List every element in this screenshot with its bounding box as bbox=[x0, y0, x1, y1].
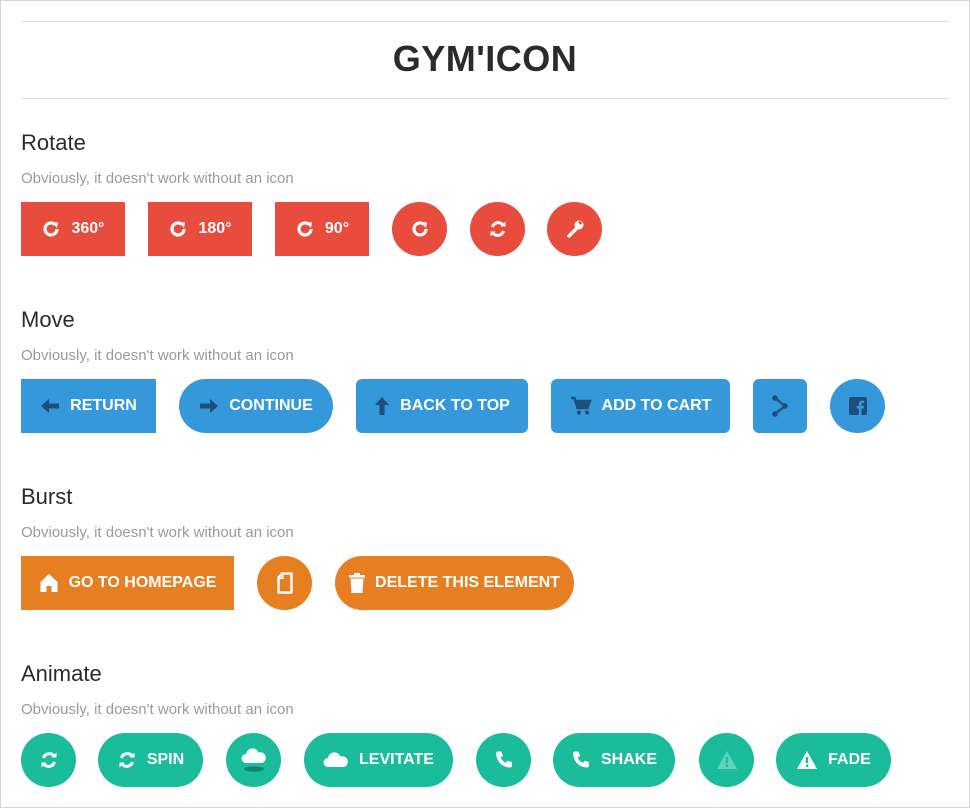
refresh-icon bbox=[488, 219, 508, 239]
rotate-360-button[interactable]: 360° bbox=[21, 202, 125, 256]
phone-icon bbox=[571, 750, 591, 770]
section-subtitle-move: Obviously, it doesn't work without an ic… bbox=[21, 347, 294, 364]
spin-label: SPIN bbox=[146, 751, 185, 768]
rotate-90-button[interactable]: 90° bbox=[275, 202, 369, 256]
home-icon bbox=[39, 573, 59, 593]
section-subtitle-burst: Obviously, it doesn't work without an ic… bbox=[21, 524, 294, 541]
delete-element-label: DELETE THIS ELEMENT bbox=[375, 574, 560, 591]
section-title-rotate: Rotate bbox=[21, 130, 86, 155]
rotate-icon bbox=[295, 219, 315, 239]
trash-icon bbox=[349, 573, 366, 593]
section-subtitle-rotate: Obviously, it doesn't work without an ic… bbox=[21, 170, 294, 187]
shake-circle-button[interactable] bbox=[476, 733, 531, 787]
go-to-homepage-label: GO TO HOMEPAGE bbox=[68, 574, 217, 591]
continue-button[interactable]: CONTINUE bbox=[179, 379, 333, 433]
refresh-circle-button[interactable] bbox=[470, 202, 525, 256]
add-to-cart-label: ADD TO CART bbox=[601, 397, 712, 414]
title-divider bbox=[21, 98, 949, 99]
return-label: RETURN bbox=[70, 397, 137, 414]
levitate-button[interactable]: LEVITATE bbox=[304, 733, 453, 787]
file-circle-button[interactable] bbox=[257, 556, 312, 610]
back-to-top-button[interactable]: BACK TO TOP bbox=[356, 379, 528, 433]
spin-button[interactable]: SPIN bbox=[98, 733, 203, 787]
cart-icon bbox=[570, 396, 592, 416]
shake-button[interactable]: SHAKE bbox=[553, 733, 675, 787]
rotate-icon bbox=[168, 219, 188, 239]
warning-icon bbox=[796, 750, 818, 770]
share-button[interactable] bbox=[753, 379, 807, 433]
back-to-top-label: BACK TO TOP bbox=[400, 397, 510, 414]
rotate-circle-button[interactable] bbox=[392, 202, 447, 256]
rotate-180-button[interactable]: 180° bbox=[148, 202, 252, 256]
rotate-360-label: 360° bbox=[71, 220, 105, 237]
rotate-icon bbox=[41, 219, 61, 239]
page-title: GYM'ICON bbox=[392, 38, 578, 79]
refresh-icon bbox=[117, 750, 137, 770]
warning-icon bbox=[716, 750, 738, 770]
continue-label: CONTINUE bbox=[229, 397, 313, 414]
rotate-180-label: 180° bbox=[198, 220, 232, 237]
facebook-button[interactable] bbox=[830, 379, 885, 433]
arrow-right-icon bbox=[199, 398, 219, 414]
facebook-icon bbox=[848, 397, 867, 415]
section-title-move: Move bbox=[21, 307, 75, 332]
fade-button[interactable]: FADE bbox=[776, 733, 891, 787]
arrow-up-icon bbox=[374, 396, 390, 416]
top-divider bbox=[21, 21, 949, 22]
add-to-cart-button[interactable]: ADD TO CART bbox=[551, 379, 730, 433]
wrench-icon bbox=[565, 219, 585, 239]
return-button[interactable]: RETURN bbox=[21, 379, 156, 433]
cloud-shadow bbox=[243, 766, 265, 772]
fade-circle-button[interactable] bbox=[699, 733, 754, 787]
shake-label: SHAKE bbox=[600, 751, 657, 768]
spin-circle-button[interactable] bbox=[21, 733, 76, 787]
arrow-left-icon bbox=[40, 398, 60, 414]
rotate-icon bbox=[410, 219, 430, 239]
refresh-icon bbox=[39, 750, 59, 770]
wrench-circle-button[interactable] bbox=[547, 202, 602, 256]
section-subtitle-animate: Obviously, it doesn't work without an ic… bbox=[21, 701, 294, 718]
fade-label: FADE bbox=[828, 751, 871, 768]
section-title-animate: Animate bbox=[21, 661, 102, 686]
cloud-icon bbox=[241, 748, 267, 764]
share-icon bbox=[770, 395, 790, 417]
file-icon bbox=[276, 572, 293, 594]
phone-icon bbox=[494, 750, 514, 770]
rotate-90-label: 90° bbox=[324, 220, 350, 237]
go-to-homepage-button[interactable]: GO TO HOMEPAGE bbox=[21, 556, 234, 610]
section-title-burst: Burst bbox=[21, 484, 73, 509]
cloud-icon bbox=[323, 752, 349, 768]
delete-element-button[interactable]: DELETE THIS ELEMENT bbox=[335, 556, 574, 610]
levitate-circle-button[interactable] bbox=[226, 733, 281, 787]
levitate-label: LEVITATE bbox=[359, 751, 434, 768]
